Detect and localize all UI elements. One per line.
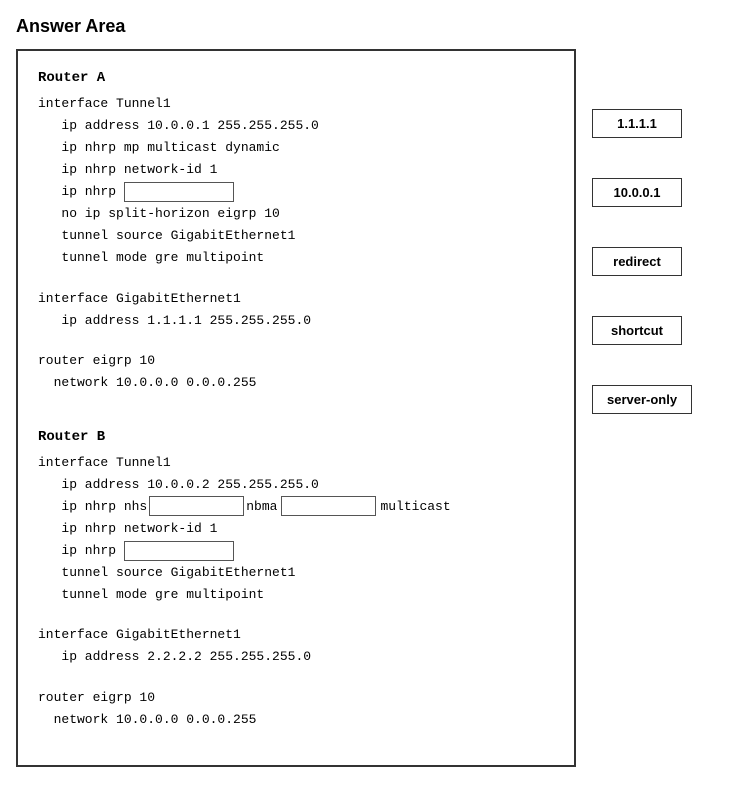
line-nhrp-nwid-b: ip nhrp network-id 1 [38, 518, 554, 540]
line-network-a: network 10.0.0.0 0.0.0.255 [38, 372, 554, 394]
router-b-label: Router B [38, 426, 554, 450]
nhrp-input-router-a[interactable] [124, 182, 234, 202]
line-interface-tunnel1-a: interface Tunnel1 [38, 93, 554, 115]
line-interface-ge1-a: interface GigabitEthernet1 [38, 288, 554, 310]
nhrp-nhs-input-b[interactable] [149, 496, 244, 516]
option-shortcut[interactable]: shortcut [592, 316, 682, 345]
router-b-section: Router B interface Tunnel1 ip address 10… [38, 426, 554, 606]
line-nhrp-input-a: ip nhrp [38, 181, 554, 203]
option-redirect[interactable]: redirect [592, 247, 682, 276]
page-title: Answer Area [16, 16, 737, 37]
line-nhrp-mp-a: ip nhrp mp multicast dynamic [38, 137, 554, 159]
line-router-eigrp-b: router eigrp 10 [38, 687, 554, 709]
line-interface-tunnel1-b: interface Tunnel1 [38, 452, 554, 474]
line-ip-addr-ge1-b: ip address 2.2.2.2 255.255.255.0 [38, 646, 554, 668]
router-a-eigrp-section: router eigrp 10 network 10.0.0.0 0.0.0.2… [38, 350, 554, 394]
router-a-ge-section: interface GigabitEthernet1 ip address 1.… [38, 288, 554, 332]
line-interface-ge1-b: interface GigabitEthernet1 [38, 624, 554, 646]
nhrp-input-router-b[interactable] [124, 541, 234, 561]
line-ip-addr-b: ip address 10.0.0.2 255.255.255.0 [38, 474, 554, 496]
router-a-label: Router A [38, 67, 554, 91]
option-server-only[interactable]: server-only [592, 385, 692, 414]
router-b-ge-section: interface GigabitEthernet1 ip address 2.… [38, 624, 554, 668]
line-ip-addr-a: ip address 10.0.0.1 255.255.255.0 [38, 115, 554, 137]
line-tunnel-src-a: tunnel source GigabitEthernet1 [38, 225, 554, 247]
line-network-b: network 10.0.0.0 0.0.0.255 [38, 709, 554, 731]
router-b-eigrp-section: router eigrp 10 network 10.0.0.0 0.0.0.2… [38, 687, 554, 731]
line-tunnel-src-b: tunnel source GigabitEthernet1 [38, 562, 554, 584]
line-tunnel-mode-b: tunnel mode gre multipoint [38, 584, 554, 606]
line-nhrp-nwid-a: ip nhrp network-id 1 [38, 159, 554, 181]
router-a-section: Router A interface Tunnel1 ip address 10… [38, 67, 554, 270]
line-tunnel-mode-a: tunnel mode gre multipoint [38, 247, 554, 269]
line-no-split-a: no ip split-horizon eigrp 10 [38, 203, 554, 225]
options-panel: 1.1.1.1 10.0.0.1 redirect shortcut serve… [592, 49, 692, 414]
option-10001[interactable]: 10.0.0.1 [592, 178, 682, 207]
line-nhrp-nhs-b: ip nhrp nhsnbmamulticast [38, 496, 554, 518]
nhrp-nbma-input-b[interactable] [281, 496, 376, 516]
line-router-eigrp-a: router eigrp 10 [38, 350, 554, 372]
answer-box: Router A interface Tunnel1 ip address 10… [16, 49, 576, 767]
option-1111[interactable]: 1.1.1.1 [592, 109, 682, 138]
line-nhrp-input-b: ip nhrp [38, 540, 554, 562]
line-ip-addr-ge1-a: ip address 1.1.1.1 255.255.255.0 [38, 310, 554, 332]
